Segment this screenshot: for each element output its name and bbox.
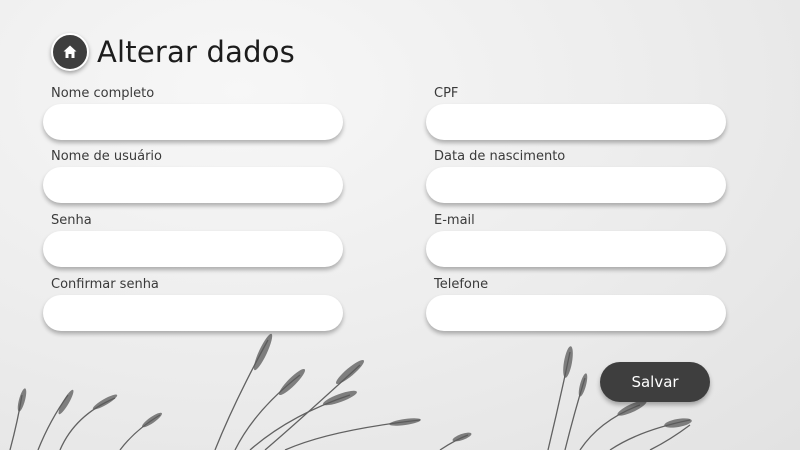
username-group: Nome de usuário bbox=[43, 149, 343, 203]
cpf-group: CPF bbox=[426, 86, 726, 140]
full-name-input[interactable] bbox=[43, 104, 343, 140]
username-label: Nome de usuário bbox=[51, 149, 162, 164]
username-input[interactable] bbox=[43, 167, 343, 203]
phone-input[interactable] bbox=[426, 295, 726, 331]
birthdate-input[interactable] bbox=[426, 167, 726, 203]
save-button[interactable]: Salvar bbox=[600, 362, 710, 402]
password-group: Senha bbox=[43, 213, 343, 267]
cpf-input[interactable] bbox=[426, 104, 726, 140]
birthdate-label: Data de nascimento bbox=[434, 149, 566, 164]
home-icon bbox=[63, 45, 77, 58]
page-header: Alterar dados bbox=[51, 33, 295, 71]
confirm-password-group: Confirmar senha bbox=[43, 277, 343, 331]
full-name-group: Nome completo bbox=[43, 86, 343, 140]
email-group: E-mail bbox=[426, 213, 726, 267]
email-input[interactable] bbox=[426, 231, 726, 267]
email-label: E-mail bbox=[434, 213, 475, 228]
cpf-label: CPF bbox=[434, 86, 459, 101]
phone-group: Telefone bbox=[426, 277, 726, 331]
birthdate-group: Data de nascimento bbox=[426, 149, 726, 203]
confirm-password-label: Confirmar senha bbox=[51, 277, 159, 292]
password-input[interactable] bbox=[43, 231, 343, 267]
confirm-password-input[interactable] bbox=[43, 295, 343, 331]
password-label: Senha bbox=[51, 213, 92, 228]
phone-label: Telefone bbox=[434, 277, 489, 292]
home-button[interactable] bbox=[51, 33, 89, 71]
full-name-label: Nome completo bbox=[51, 86, 155, 101]
page-title: Alterar dados bbox=[97, 35, 295, 69]
